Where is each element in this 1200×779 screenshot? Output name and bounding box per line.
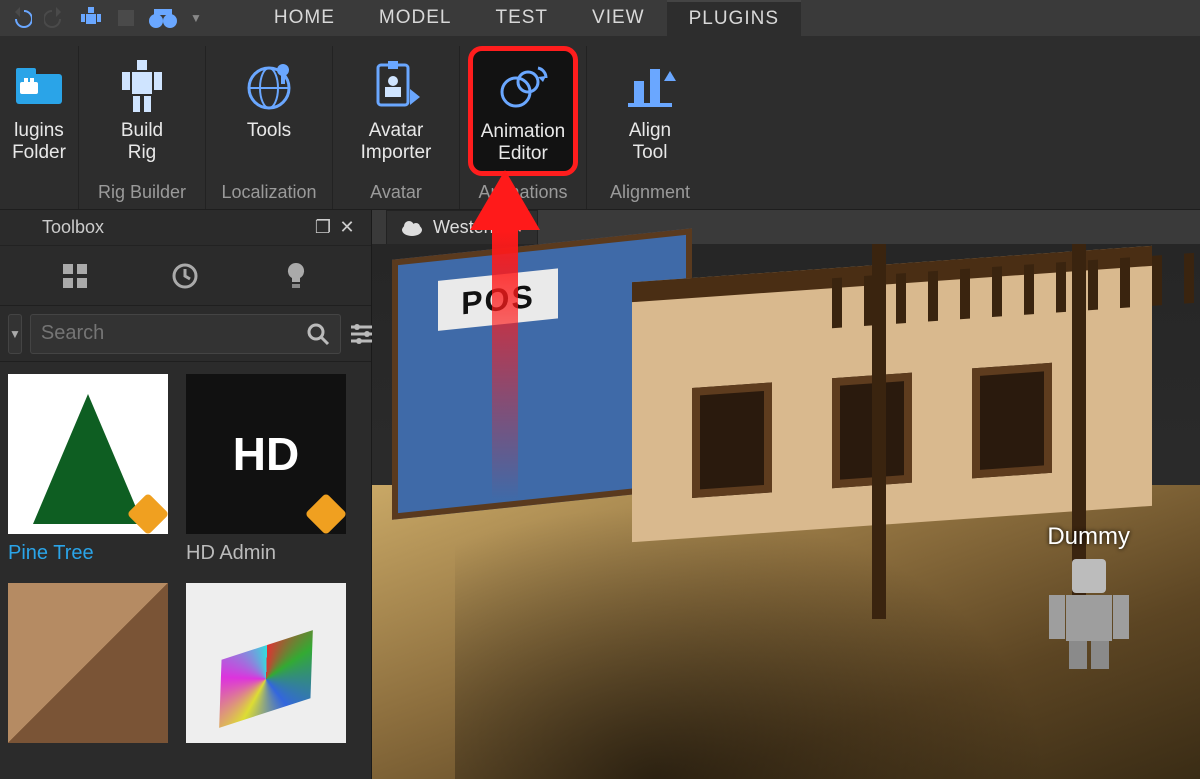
tab-test[interactable]: TEST: [473, 0, 570, 36]
ribbon-caption: Rig Builder: [98, 176, 186, 209]
folder-icon: [14, 64, 64, 108]
avatar-icon: [370, 59, 422, 113]
asset-thumb: [186, 583, 346, 743]
undo-icon[interactable]: [10, 7, 32, 29]
rig-quick-icon[interactable]: [78, 5, 104, 31]
toolbox-grid[interactable]: Pine Tree HD HD Admin: [0, 362, 371, 779]
asset-name: Pine Tree: [8, 534, 168, 565]
asset-thumb: [8, 374, 168, 534]
asset-name: HD Admin: [186, 534, 346, 565]
avatar-importer-label: Avatar Importer: [361, 120, 432, 164]
main-area: Toolbox ❐ ✕ ▼ Pine Tree HD HD Admin: [0, 210, 1200, 779]
ribbon-caption: Localization: [221, 176, 316, 209]
ribbon-group-rig: Build Rig Rig Builder: [79, 46, 206, 209]
binoculars-icon[interactable]: [148, 7, 178, 29]
ribbon-group-plugins-folder: lugins Folder: [0, 46, 79, 209]
align-icon: [624, 61, 676, 111]
ribbon-caption: Animations: [478, 176, 567, 209]
ideas-mode-icon[interactable]: [276, 256, 316, 296]
asset-item[interactable]: [186, 583, 346, 751]
chevron-down-icon: ▼: [9, 327, 21, 341]
globe-icon: [243, 60, 295, 112]
search-box: [30, 314, 341, 354]
animation-editor-button[interactable]: Animation Editor: [468, 46, 578, 176]
redo-icon[interactable]: [44, 7, 66, 29]
build-rig-button[interactable]: Build Rig: [87, 46, 197, 176]
ribbon-group-animations: Animation Editor Animations: [460, 46, 587, 209]
asset-thumb: [8, 583, 168, 743]
close-icon[interactable]: ✕: [335, 217, 359, 238]
tab-plugins[interactable]: PLUGINS: [667, 0, 801, 36]
asset-item[interactable]: [8, 583, 168, 751]
align-tool-button[interactable]: Align Tool: [595, 46, 705, 176]
close-icon[interactable]: ✕: [510, 218, 523, 238]
dummy-character[interactable]: Dummy: [1047, 523, 1130, 669]
recent-mode-icon[interactable]: [165, 256, 205, 296]
asset-name: [186, 743, 346, 751]
avatar-importer-button[interactable]: Avatar Importer: [341, 46, 451, 176]
document-name: Western: [433, 217, 500, 238]
asset-item[interactable]: HD HD Admin: [186, 374, 346, 565]
asset-name: [8, 743, 168, 751]
asset-thumb: HD: [186, 374, 346, 534]
ribbon-group-alignment: Align Tool Alignment: [587, 46, 713, 209]
ribbon-group-avatar: Avatar Importer Avatar: [333, 46, 460, 209]
ribbon: lugins Folder Build Rig Rig Builder Tool…: [0, 36, 1200, 210]
search-input[interactable]: [41, 322, 306, 345]
toolbox-header: Toolbox ❐ ✕: [0, 210, 371, 246]
filter-icon[interactable]: [349, 314, 375, 354]
plugins-folder-button[interactable]: lugins Folder: [8, 46, 70, 197]
grid-mode-icon[interactable]: [55, 256, 95, 296]
tab-view[interactable]: VIEW: [570, 0, 667, 36]
toolbox-search-row: ▼: [0, 306, 371, 362]
tab-home[interactable]: HOME: [252, 0, 357, 36]
scene-3d[interactable]: POS Dummy: [372, 244, 1200, 779]
building-sign: POS: [438, 268, 558, 331]
undock-icon[interactable]: ❐: [311, 217, 335, 238]
chevron-down-icon[interactable]: ▼: [190, 11, 202, 25]
plugins-folder-label: lugins Folder: [12, 120, 66, 164]
rig-icon: [117, 58, 167, 114]
stop-icon[interactable]: [116, 8, 136, 28]
align-tool-label: Align Tool: [629, 120, 671, 164]
tools-button[interactable]: Tools: [214, 46, 324, 176]
character-label: Dummy: [1047, 523, 1130, 551]
category-dropdown[interactable]: ▼: [8, 314, 22, 354]
toolbox-title: Toolbox: [12, 217, 311, 238]
top-bar: ▼ HOME MODEL TEST VIEW PLUGINS: [0, 0, 1200, 36]
tab-model[interactable]: MODEL: [357, 0, 474, 36]
toolbox-mode-bar: [0, 246, 371, 306]
cloud-icon: [401, 220, 423, 236]
animation-editor-label: Animation Editor: [481, 121, 566, 165]
document-tab[interactable]: Western ✕: [386, 210, 538, 244]
quick-access: ▼: [0, 5, 212, 31]
viewport[interactable]: Western ✕ POS Dummy: [372, 210, 1200, 779]
animation-icon: [496, 62, 550, 112]
ribbon-caption: Alignment: [610, 176, 690, 209]
tools-label: Tools: [247, 120, 291, 142]
build-rig-label: Build Rig: [121, 120, 163, 164]
toolbox-panel: Toolbox ❐ ✕ ▼ Pine Tree HD HD Admin: [0, 210, 372, 779]
menu-tabs: HOME MODEL TEST VIEW PLUGINS: [252, 0, 801, 36]
ribbon-caption: Avatar: [370, 176, 422, 209]
search-icon[interactable]: [306, 322, 330, 346]
asset-item[interactable]: Pine Tree: [8, 374, 168, 565]
ribbon-group-localization: Tools Localization: [206, 46, 333, 209]
